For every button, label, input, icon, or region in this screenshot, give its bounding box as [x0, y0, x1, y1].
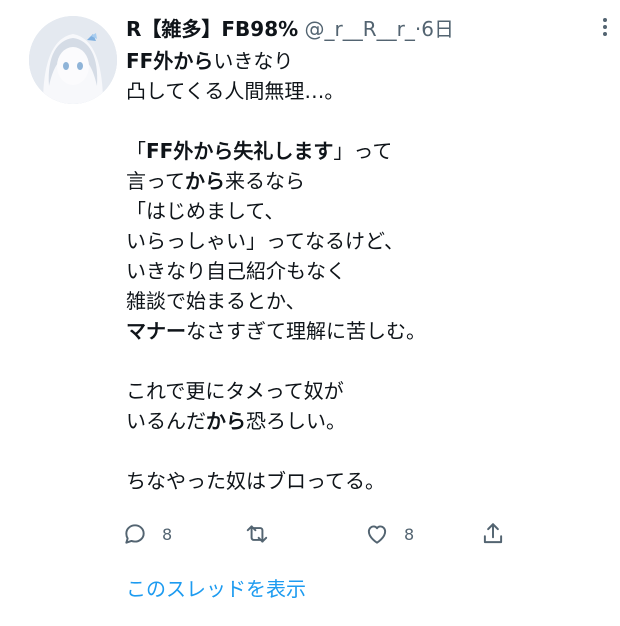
text-segment: 「はじめまして、: [126, 199, 285, 223]
tweet-text-line: 言ってから来るなら: [126, 166, 606, 196]
share-icon: [480, 521, 506, 547]
reply-count: 8: [162, 524, 173, 544]
action-bar: 8 8: [122, 518, 522, 550]
like-button[interactable]: 8: [364, 518, 414, 550]
share-button[interactable]: [480, 518, 506, 550]
tweet-text-line: 雑談で始まるとか、: [126, 286, 606, 316]
text-segment: 来るなら: [225, 169, 305, 193]
author-name[interactable]: R【雑多】FB98%: [126, 17, 298, 41]
text-segment: いきなり: [213, 49, 294, 73]
text-segment: いらっしゃい」ってなるけど、: [126, 229, 404, 253]
text-segment: 凸してくる人間無理…。: [126, 79, 345, 103]
tweet-text-line: いるんだから恐ろしい。: [126, 406, 606, 436]
bold-text: マナー: [126, 319, 186, 343]
bold-text: FF外から失礼します: [146, 139, 334, 163]
tweet-text-line: 凸してくる人間無理…。: [126, 76, 606, 106]
tweet-text-line: これで更にタメって奴が: [126, 376, 606, 406]
timestamp[interactable]: 6日: [421, 17, 454, 41]
text-segment: 恐ろしい。: [246, 409, 346, 433]
avatar-illustration: [29, 16, 117, 104]
tweet-text: FF外からいきなり 凸してくる人間無理…。 「FF外から失礼します」って 言ってから来…: [126, 46, 606, 496]
bold-text: FF外から: [126, 49, 214, 73]
author-handle[interactable]: @_r__R__r_: [305, 17, 415, 41]
text-segment: 雑談で始まるとか、: [126, 289, 306, 313]
text-segment: 「: [126, 139, 146, 163]
tweet-text-line: [126, 346, 606, 376]
text-segment: いきなり自己紹介もなく: [126, 259, 346, 283]
tweet-text-line: FF外からいきなり: [126, 46, 606, 76]
tweet-text-line: 「はじめまして、: [126, 196, 606, 226]
tweet-text-line: いらっしゃい」ってなるけど、: [126, 226, 606, 256]
more-options-icon[interactable]: [598, 12, 612, 42]
tweet-header: R【雑多】FB98% @_r__R__r_·6日: [126, 14, 454, 44]
heart-icon: [364, 521, 390, 547]
text-segment: ちなやった奴はブロってる。: [126, 469, 385, 493]
retweet-icon: [244, 521, 270, 547]
text-segment: いるんだ: [126, 409, 206, 433]
retweet-button[interactable]: [244, 518, 284, 550]
like-count: 8: [404, 524, 415, 544]
text-segment: 」って: [333, 139, 393, 163]
tweet-text-line: いきなり自己紹介もなく: [126, 256, 606, 286]
bold-text: から: [206, 409, 246, 433]
tweet: R【雑多】FB98% @_r__R__r_·6日 FF外からいきなり凸してくる人…: [0, 0, 620, 626]
reply-button[interactable]: 8: [122, 518, 172, 550]
text-segment: 言って: [126, 169, 185, 193]
text-segment: これで更にタメって奴が: [126, 379, 344, 403]
tweet-text-line: 「FF外から失礼します」って: [126, 136, 606, 166]
avatar[interactable]: [29, 16, 117, 104]
text-segment: なさすぎて理解に苦しむ。: [186, 319, 426, 343]
tweet-text-line: [126, 436, 606, 466]
tweet-text-line: マナーなさすぎて理解に苦しむ。: [126, 316, 606, 346]
reply-icon: [122, 521, 148, 547]
tweet-text-line: ちなやった奴はブロってる。: [126, 466, 606, 496]
show-thread-link[interactable]: このスレッドを表示: [126, 574, 306, 604]
bold-text: から: [185, 169, 225, 193]
tweet-text-line: [126, 106, 606, 136]
